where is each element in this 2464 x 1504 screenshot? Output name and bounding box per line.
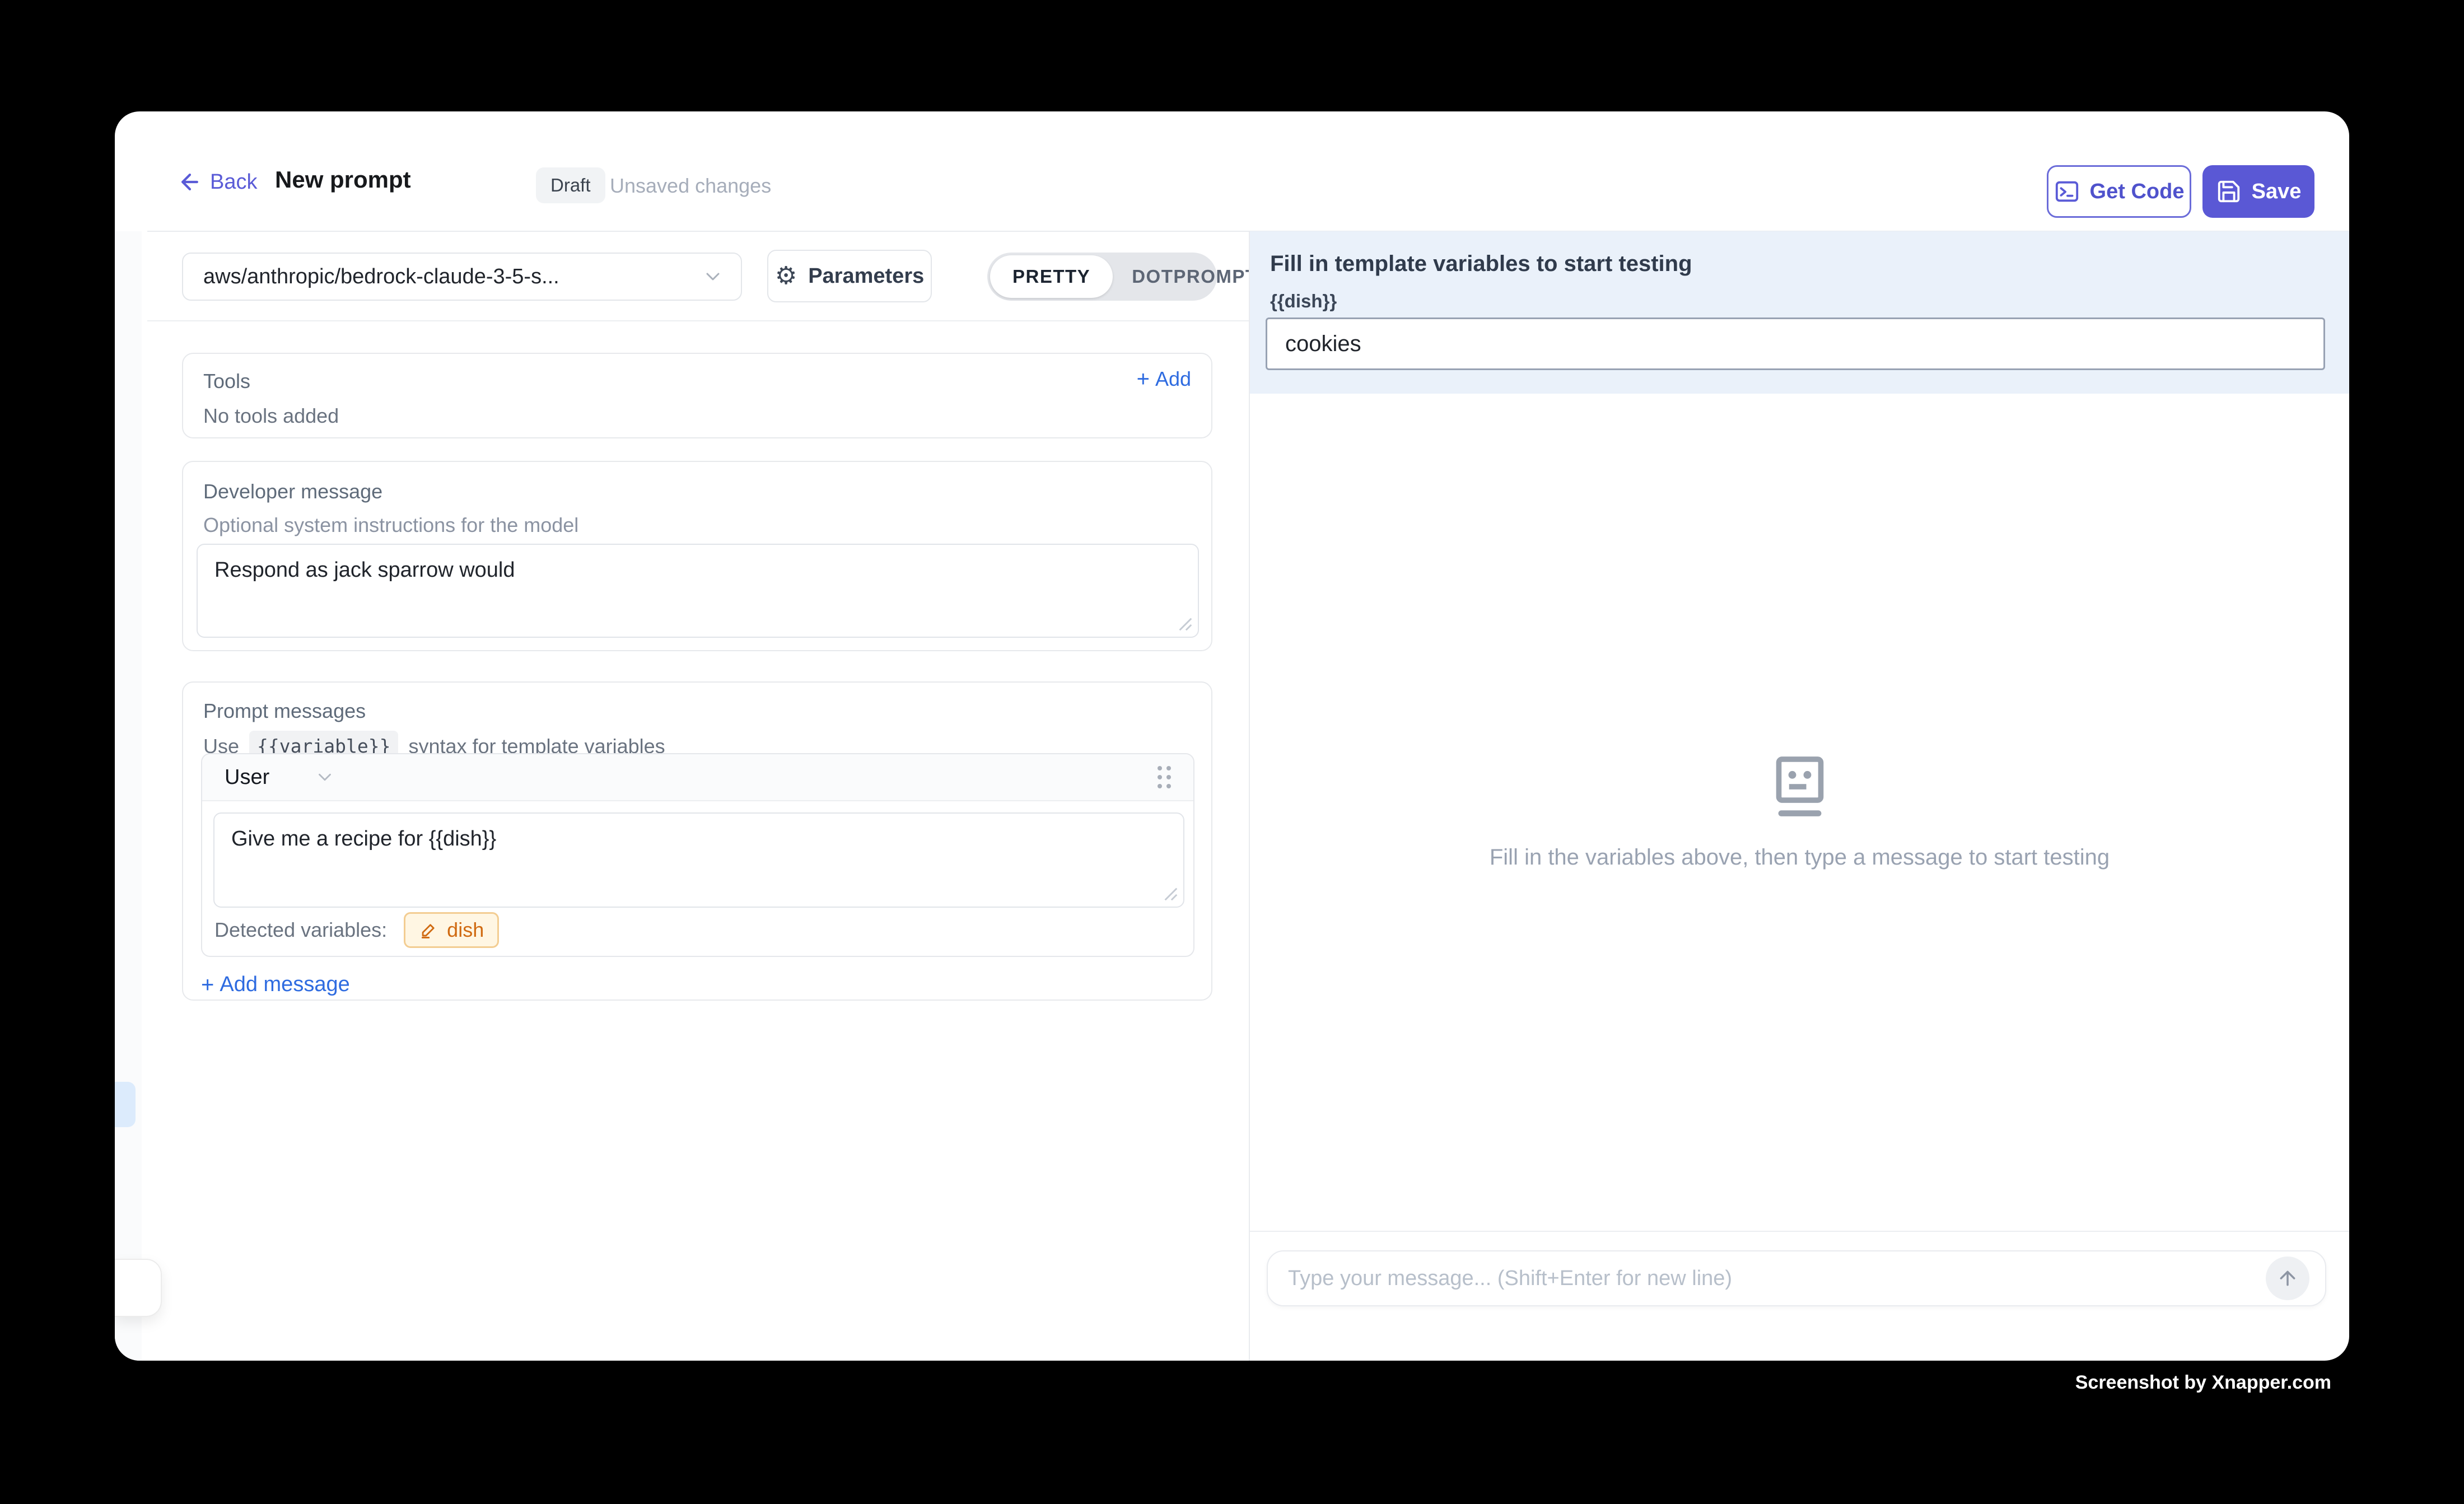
arrow-up-icon <box>2276 1267 2299 1290</box>
status-badge: Draft <box>536 167 605 203</box>
chevron-down-icon[interactable] <box>314 767 335 788</box>
toggle-pretty[interactable]: PRETTY <box>990 255 1113 298</box>
message-role-header: User <box>202 754 1193 801</box>
save-button[interactable]: Save <box>2202 165 2314 218</box>
template-variables-banner: Fill in template variables to start test… <box>1250 231 2349 394</box>
variable-value-input[interactable] <box>1266 317 2325 370</box>
terminal-icon <box>2054 179 2080 204</box>
robot-face-icon <box>1772 754 1828 819</box>
parameters-button[interactable]: ⚙ Parameters <box>767 250 932 302</box>
message-block: User Give me a recipe for {{dish}} Detec… <box>201 753 1194 957</box>
detected-variables-label: Detected variables: <box>214 918 387 942</box>
chat-empty-state: Fill in the variables above, then type a… <box>1250 754 2349 870</box>
prompt-messages-title: Prompt messages <box>203 699 366 723</box>
plus-icon: + <box>201 974 214 996</box>
back-label: Back <box>210 170 257 194</box>
view-mode-toggle: PRETTY DOTPROMPT <box>987 253 1217 301</box>
role-select-value[interactable]: User <box>225 765 269 790</box>
developer-message-textarea[interactable]: Respond as jack sparrow would <box>197 544 1199 638</box>
sidebar-active-item[interactable] <box>115 1082 136 1127</box>
edit-pencil-icon <box>419 921 438 940</box>
get-code-button[interactable]: Get Code <box>2047 165 2191 218</box>
sidebar-popover <box>115 1259 162 1317</box>
banner-title: Fill in template variables to start test… <box>1270 251 1692 277</box>
empty-state-text: Fill in the variables above, then type a… <box>1490 845 2110 870</box>
developer-message-subtitle: Optional system instructions for the mod… <box>203 513 578 537</box>
variable-chip-label: dish <box>447 918 484 942</box>
developer-message-title: Developer message <box>203 480 382 503</box>
unsaved-changes-text: Unsaved changes <box>610 174 771 198</box>
variable-name-label: {{dish}} <box>1270 291 1337 312</box>
variable-chip-dish[interactable]: dish <box>404 912 499 948</box>
model-selector[interactable]: aws/anthropic/bedrock-claude-3-5-s... <box>182 253 742 301</box>
user-message-textarea[interactable]: Give me a recipe for {{dish}} <box>213 812 1184 908</box>
prompt-editor-window: Back New prompt Draft Unsaved changes Ge… <box>115 111 2349 1361</box>
save-icon <box>2216 179 2242 204</box>
parameters-label: Parameters <box>808 264 924 288</box>
composer-divider <box>1250 1231 2349 1232</box>
send-button[interactable] <box>2266 1257 2309 1300</box>
developer-message-card: Developer message Optional system instru… <box>182 461 1212 651</box>
message-composer <box>1267 1250 2326 1306</box>
chat-message-input[interactable] <box>1268 1267 2266 1291</box>
watermark-text: Screenshot by Xnapper.com <box>2075 1372 2331 1394</box>
plus-icon: + <box>1137 368 1150 390</box>
tools-card: Tools + Add No tools added <box>182 353 1212 438</box>
prompt-messages-card: Prompt messages Use {{variable}} syntax … <box>182 681 1212 1001</box>
model-row-divider <box>147 320 1249 321</box>
detected-variables-row: Detected variables: dish <box>214 912 499 948</box>
back-button[interactable]: Back <box>178 170 257 194</box>
get-code-label: Get Code <box>2090 180 2185 204</box>
sidebar-strip <box>115 231 142 1361</box>
add-message-button[interactable]: + Add message <box>201 973 350 997</box>
tools-title: Tools <box>203 370 250 393</box>
back-arrow-icon <box>178 170 202 194</box>
page-title: New prompt <box>275 166 411 193</box>
chevron-down-icon <box>702 265 724 288</box>
gear-icon: ⚙ <box>775 264 797 288</box>
add-message-label: Add message <box>220 973 349 997</box>
add-tool-button[interactable]: + Add <box>1137 367 1191 391</box>
model-selector-value: aws/anthropic/bedrock-claude-3-5-s... <box>203 265 702 289</box>
tools-empty-text: No tools added <box>203 404 339 428</box>
save-label: Save <box>2252 180 2302 204</box>
drag-handle-icon[interactable] <box>1158 766 1171 788</box>
add-tool-label: Add <box>1155 367 1191 391</box>
